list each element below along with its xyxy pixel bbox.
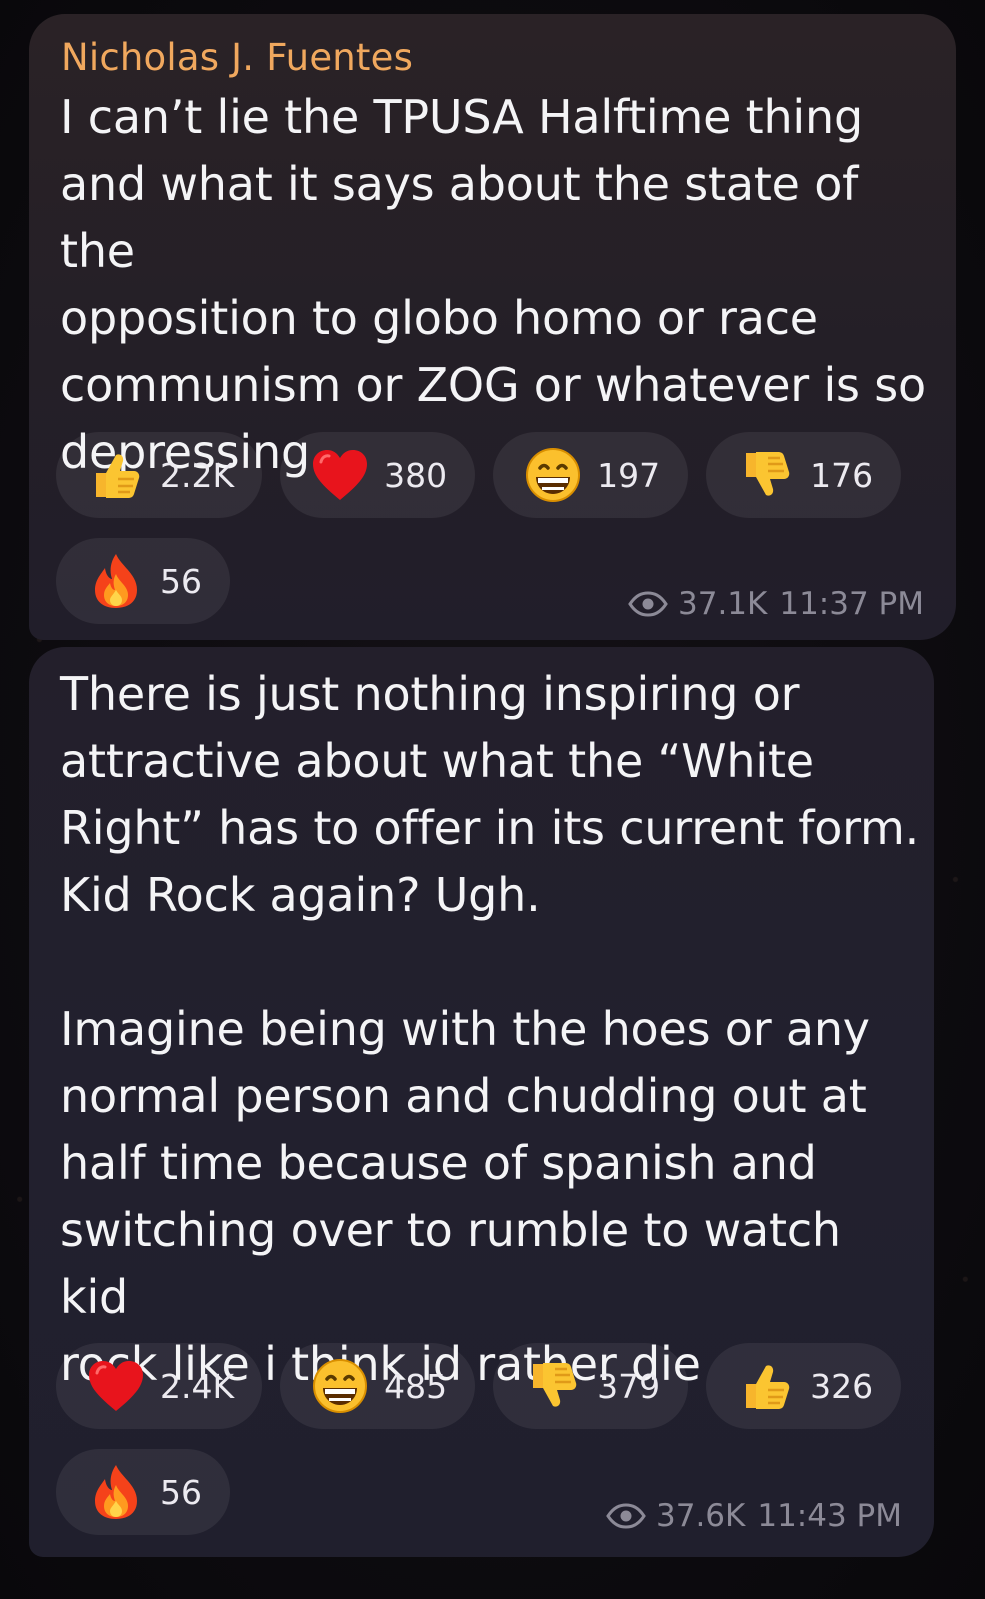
reaction-count: 56 [160,1472,202,1512]
reaction-grin[interactable]: 197 [493,432,689,518]
reaction-count: 485 [384,1366,448,1406]
reaction-heart[interactable]: 2.4K [56,1343,263,1429]
message-meta: 37.1K 11:37 PM [628,586,924,622]
reaction-fire[interactable]: 56 [56,1449,230,1535]
reaction-thumbs-down[interactable]: 176 [706,432,902,518]
thumbs-down-icon [523,1356,583,1416]
grinning-face-icon [310,1356,370,1416]
reaction-count: 326 [810,1366,874,1406]
message-text: There is just nothing inspiring or attra… [60,667,920,1391]
views-eye-icon [628,591,668,617]
reaction-count: 379 [597,1366,661,1406]
view-count: 37.6K [656,1498,746,1534]
message-meta: 37.6K 11:43 PM [606,1498,902,1534]
reaction-count: 2.2K [160,455,235,495]
reaction-grin[interactable]: 485 [280,1343,476,1429]
view-count: 37.1K [678,586,768,622]
sender-name[interactable]: Nicholas J. Fuentes [61,36,413,79]
reaction-thumbs-up[interactable]: 2.2K [56,432,263,518]
reaction-thumbs-up[interactable]: 326 [706,1343,902,1429]
message-text: I can’t lie the TPUSA Halftime thing and… [60,90,926,479]
thumbs-down-icon [736,445,796,505]
reaction-count: 380 [384,455,448,495]
views-eye-icon [606,1503,646,1529]
reaction-count: 56 [160,561,202,601]
reaction-count: 2.4K [160,1366,235,1406]
message-time: 11:37 PM [779,586,924,622]
reaction-count: 197 [597,455,661,495]
thumbs-up-icon [86,445,146,505]
message-bubble[interactable]: Nicholas J. Fuentes I can’t lie the TPUS… [29,14,956,640]
message-time: 11:43 PM [757,1498,902,1534]
fire-icon [86,1462,146,1522]
fire-icon [86,551,146,611]
message-bubble[interactable]: There is just nothing inspiring or attra… [29,647,934,1557]
reaction-count: 176 [810,455,874,495]
heart-icon [310,445,370,505]
heart-icon [86,1356,146,1416]
reaction-fire[interactable]: 56 [56,538,230,624]
grinning-face-icon [523,445,583,505]
reaction-thumbs-down[interactable]: 379 [493,1343,689,1429]
reaction-heart[interactable]: 380 [280,432,476,518]
thumbs-up-icon [736,1356,796,1416]
